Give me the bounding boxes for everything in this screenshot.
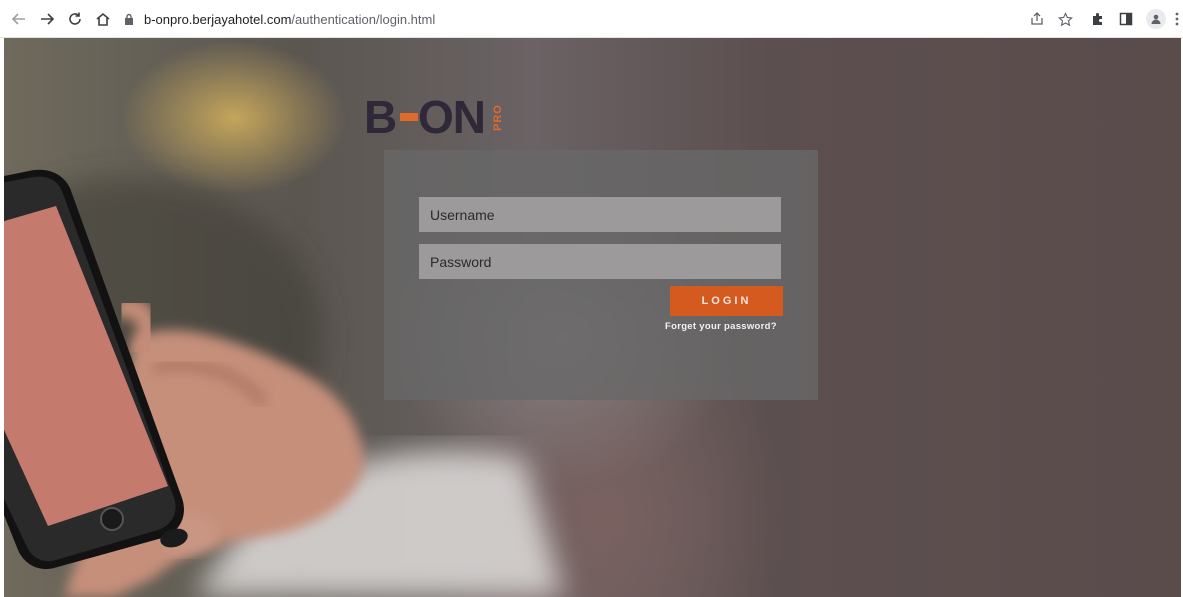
reload-icon[interactable] (64, 8, 86, 30)
side-panel-icon[interactable] (1116, 9, 1136, 29)
password-input[interactable] (419, 244, 781, 279)
lock-icon[interactable] (122, 12, 136, 26)
star-icon[interactable] (1055, 9, 1075, 29)
url-path: /authentication/login.html (291, 11, 436, 27)
url-host: b-onpro.berjayahotel.com (144, 11, 292, 27)
extensions-icon[interactable] (1088, 9, 1108, 29)
username-input[interactable] (419, 197, 781, 232)
menu-icon[interactable] (1172, 9, 1182, 29)
logo-dash (400, 113, 418, 121)
login-button[interactable]: LOGIN (670, 286, 783, 316)
back-icon[interactable] (8, 8, 30, 30)
forward-icon[interactable] (36, 8, 58, 30)
profile-icon[interactable] (1146, 9, 1166, 29)
logo-pro-suffix: PRO (492, 104, 504, 132)
b-on-pro-logo: B ON PRO (364, 94, 514, 140)
share-icon[interactable] (1027, 9, 1047, 29)
login-page: B ON PRO LOGIN Forget your password? (4, 38, 1181, 597)
home-icon[interactable] (92, 8, 114, 30)
forgot-password-link[interactable]: Forget your password? (665, 321, 785, 332)
login-panel: LOGIN Forget your password? (384, 150, 818, 400)
logo-letters-on: ON (418, 91, 486, 143)
address-bar[interactable]: b-onpro.berjayahotel.com/authentication/… (122, 6, 1022, 32)
logo-letter-b: B (364, 91, 397, 143)
browser-toolbar: b-onpro.berjayahotel.com/authentication/… (0, 0, 1183, 38)
